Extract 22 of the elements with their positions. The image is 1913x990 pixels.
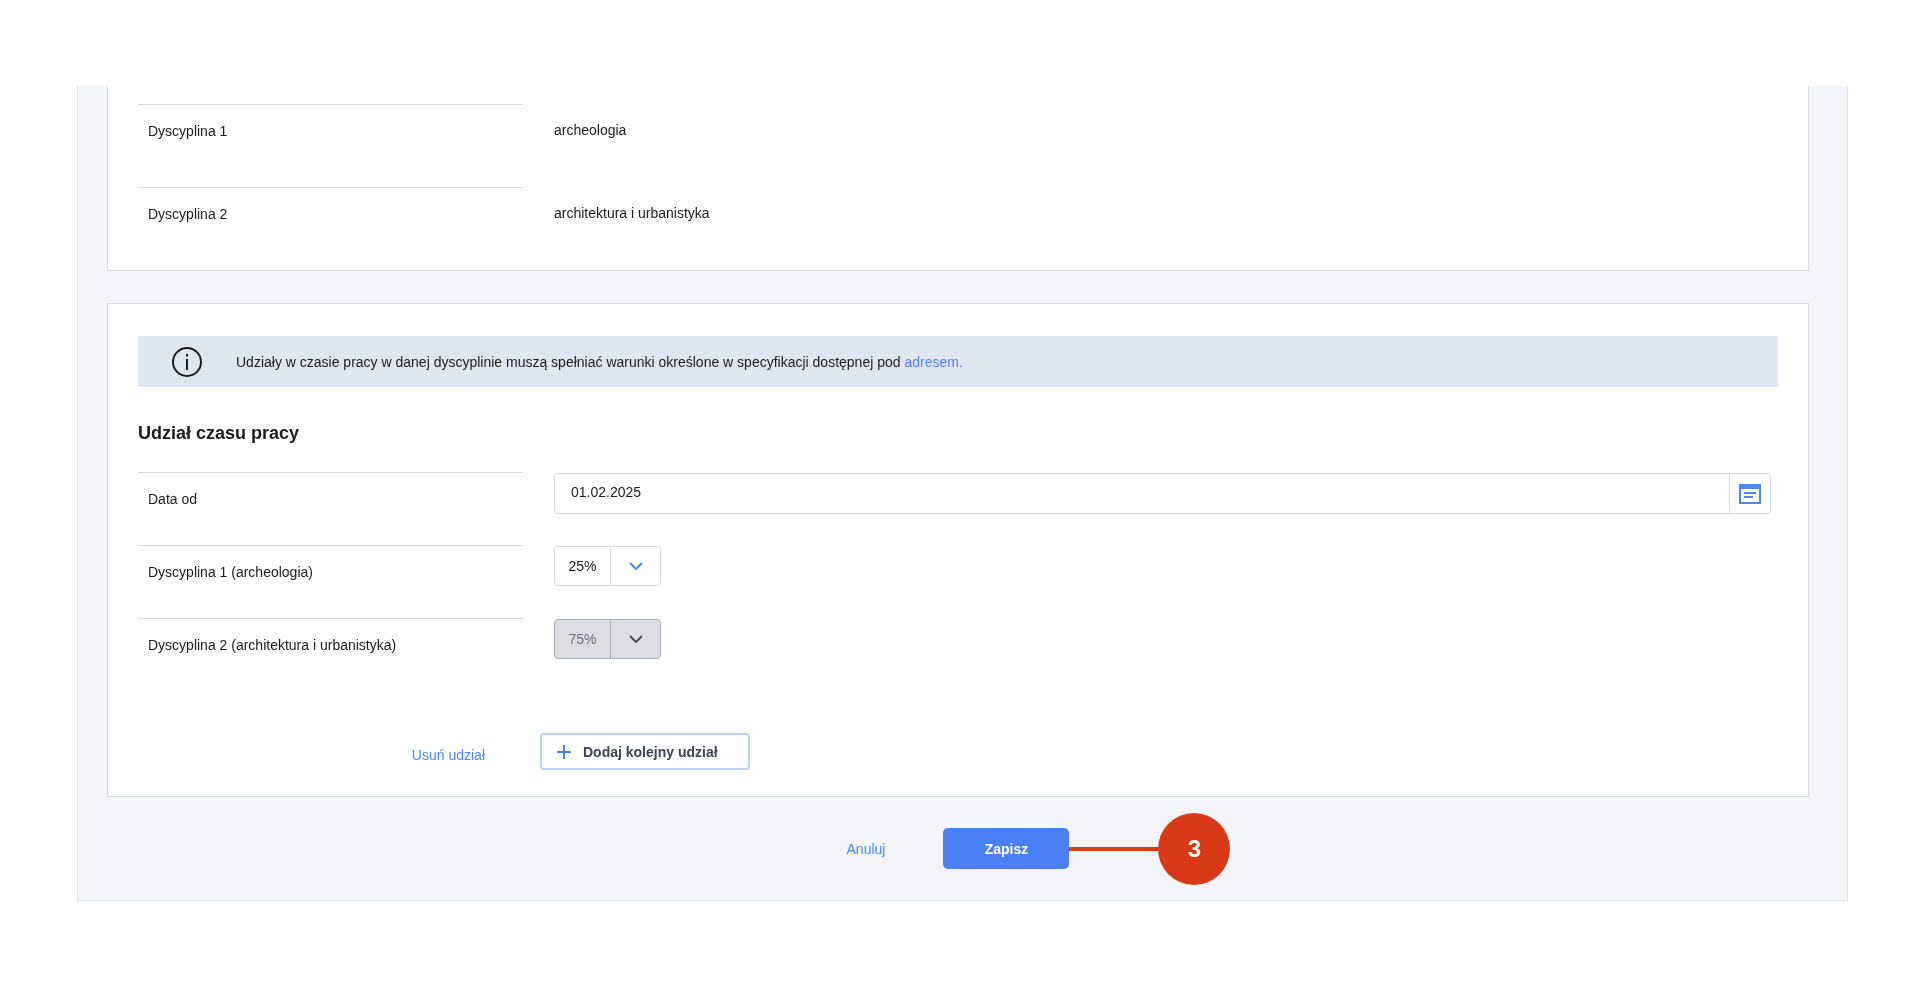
chevron-down-icon — [628, 635, 643, 643]
field-label: Dyscyplina 1 — [138, 104, 523, 187]
save-button[interactable]: Zapisz — [943, 828, 1070, 869]
date-field[interactable]: 01.02.2025 — [554, 473, 1771, 514]
percent-select[interactable]: 25% — [554, 546, 661, 586]
info-icon — [171, 345, 203, 378]
field-value: architektura i urbanistyka — [554, 204, 710, 223]
chevron-down-icon — [628, 562, 643, 570]
calendar-icon[interactable] — [1739, 483, 1761, 504]
plus-icon — [557, 744, 571, 759]
field-label: Dyscyplina 2 (architektura i urbanistyka) — [138, 618, 523, 691]
section-title: Udział czasu pracy — [138, 423, 301, 444]
info-text: Udziały w czasie pracy w danej dyscyplinie muszą spełniać warunki określone w specyfikacji dostępnej pod adresem. — [236, 353, 963, 370]
field-label: Dyscyplina 2 — [138, 187, 523, 270]
step-marker: 3 — [1158, 812, 1231, 885]
field-label: Data od — [138, 472, 523, 545]
cancel-link[interactable]: Anuluj — [846, 840, 886, 857]
address-link[interactable]: adresem. — [904, 353, 963, 370]
remove-share-link[interactable]: Usuń udział — [138, 740, 485, 763]
field-label: Dyscyplina 1 (archeologia) — [138, 545, 523, 618]
add-share-button[interactable]: Dodaj kolejny udział — [540, 733, 750, 770]
field-value: archeologia — [554, 121, 627, 140]
